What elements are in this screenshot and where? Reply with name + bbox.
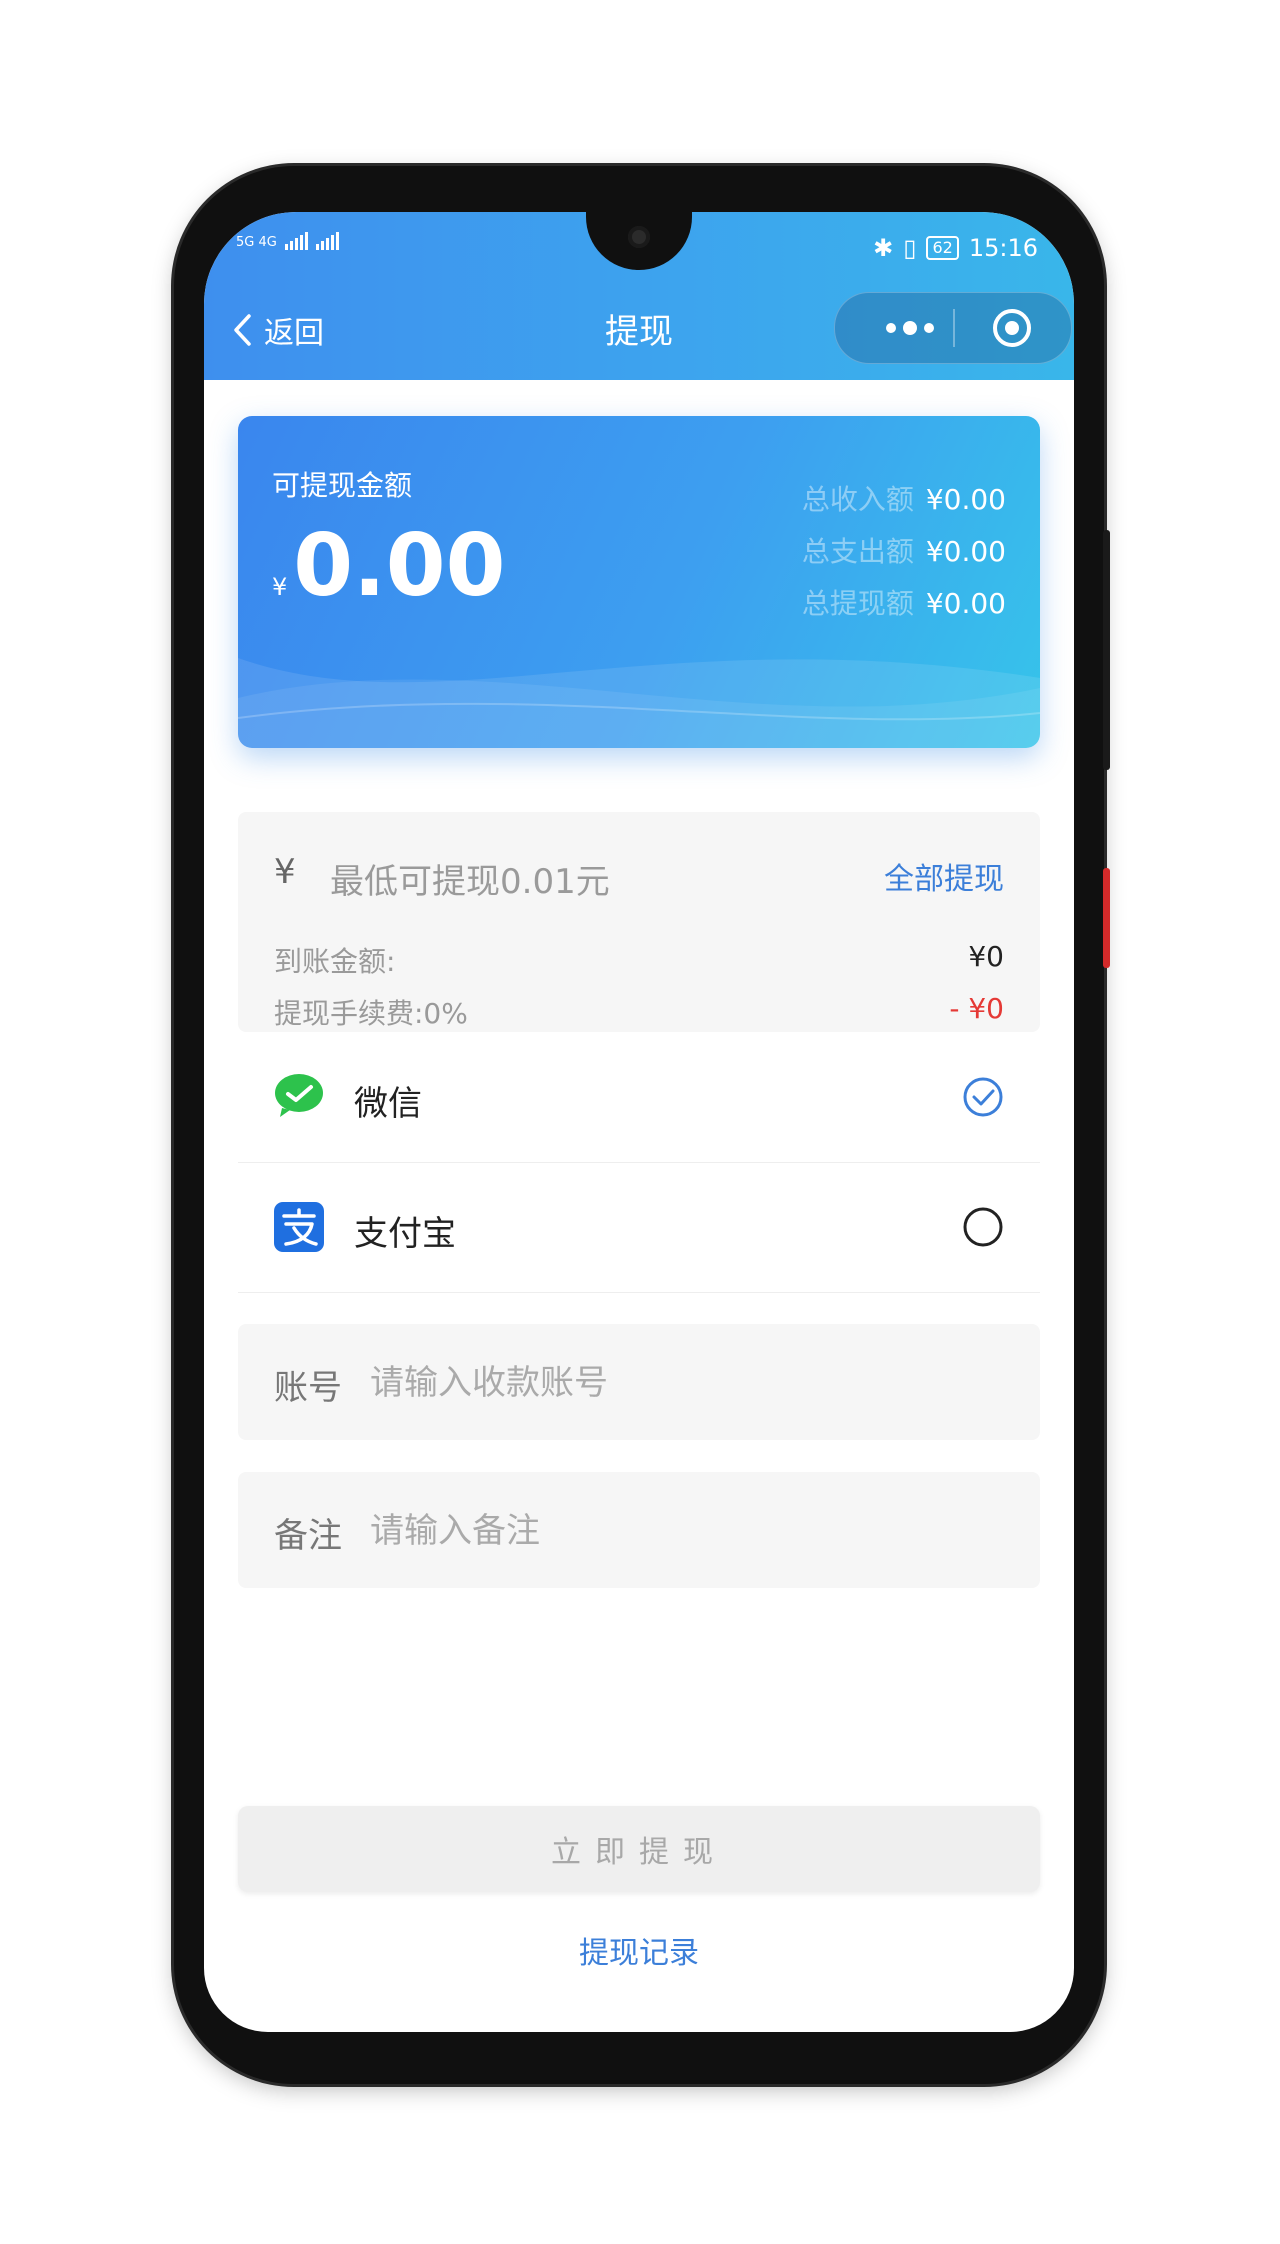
network-label: 5G 4G (236, 235, 277, 250)
stat-row: 总支出额 ¥0.00 (802, 526, 1006, 578)
vibrate-icon: ▯ (903, 234, 917, 262)
arrival-value: ¥0 (968, 940, 1004, 973)
stat-value: ¥0.00 (925, 483, 1006, 516)
amount-currency: ¥ (274, 852, 296, 892)
submit-withdraw-button[interactable]: 立即提现 (238, 1806, 1040, 1892)
balance-card: 可提现金额 ¥ 0.00 总收入额 ¥0.00 总支出额 ¥0.00 总提现额 ¥0.… (238, 416, 1040, 748)
payment-label: 微信 (354, 1084, 422, 1124)
withdraw-amount-box: ¥ 最低可提现0.01元 全部提现 到账金额: ¥0 提现手续费:0% - ¥0 (238, 812, 1040, 1032)
stat-label: 总提现额 (801, 587, 914, 620)
stat-row: 总收入额 ¥0.00 (802, 474, 1006, 526)
account-input[interactable] (368, 1354, 992, 1412)
balance-label: 可提现金额 (272, 469, 413, 502)
withdraw-all-button[interactable]: 全部提现 (884, 854, 1004, 898)
app-header: 5G 4G ✱ ▯ 62 15:16 返回 提现 (204, 212, 1074, 380)
arrival-row: 到账金额: ¥0 (274, 940, 1004, 980)
amount-input[interactable]: 最低可提现0.01元 (330, 854, 610, 903)
payment-option-alipay[interactable]: 支付宝 (238, 1162, 1040, 1293)
camera-notch (586, 212, 692, 270)
payment-label: 支付宝 (354, 1214, 456, 1254)
stat-label: 总支出额 (801, 535, 914, 568)
wave-decoration (238, 658, 1040, 748)
account-label: 账号 (274, 1368, 342, 1408)
account-field: 账号 (238, 1324, 1040, 1440)
status-time: 15:16 (968, 234, 1038, 262)
note-input[interactable] (368, 1502, 992, 1560)
balance-stats: 总收入额 ¥0.00 总支出额 ¥0.00 总提现额 ¥0.00 (802, 474, 1006, 630)
battery-level: 62 (932, 238, 953, 257)
radio-checked-icon[interactable] (962, 1076, 1004, 1118)
fee-row: 提现手续费:0% - ¥0 (274, 992, 1004, 1032)
signal-icon (284, 232, 308, 250)
balance-currency: ¥ (272, 573, 288, 601)
capsule-divider (953, 309, 955, 347)
arrival-label: 到账金额: (274, 945, 396, 978)
power-button (1103, 868, 1110, 968)
status-network: 5G 4G (236, 232, 339, 250)
app-screen: 5G 4G ✱ ▯ 62 15:16 返回 提现 可提现金额 ¥ 0.00 总收… (204, 212, 1074, 2032)
note-label: 备注 (274, 1516, 342, 1556)
balance-value: 0.00 (293, 516, 506, 616)
battery-icon: 62 (926, 236, 959, 260)
stat-label: 总收入额 (801, 483, 914, 516)
bluetooth-icon: ✱ (873, 234, 894, 262)
payment-option-wechat[interactable]: 微信 (238, 1032, 1040, 1163)
wechat-icon (275, 1074, 323, 1117)
close-target-icon[interactable] (991, 307, 1033, 349)
stat-value: ¥0.00 (925, 587, 1006, 620)
volume-button (1103, 530, 1110, 770)
status-right: ✱ ▯ 62 15:16 (873, 234, 1038, 262)
camera-icon (628, 226, 650, 248)
note-field: 备注 (238, 1472, 1040, 1588)
fee-label: 提现手续费:0% (274, 997, 468, 1030)
stat-value: ¥0.00 (925, 535, 1006, 568)
stat-row: 总提现额 ¥0.00 (802, 578, 1006, 630)
fee-value: - ¥0 (949, 992, 1004, 1025)
miniprogram-capsule (834, 292, 1072, 364)
signal-icon-2 (315, 232, 339, 250)
balance-amount: ¥ 0.00 (272, 516, 505, 616)
alipay-icon (274, 1202, 324, 1252)
radio-unchecked-icon[interactable] (962, 1206, 1004, 1248)
more-icon[interactable] (865, 315, 955, 341)
withdraw-records-link[interactable]: 提现记录 (204, 1928, 1074, 1972)
